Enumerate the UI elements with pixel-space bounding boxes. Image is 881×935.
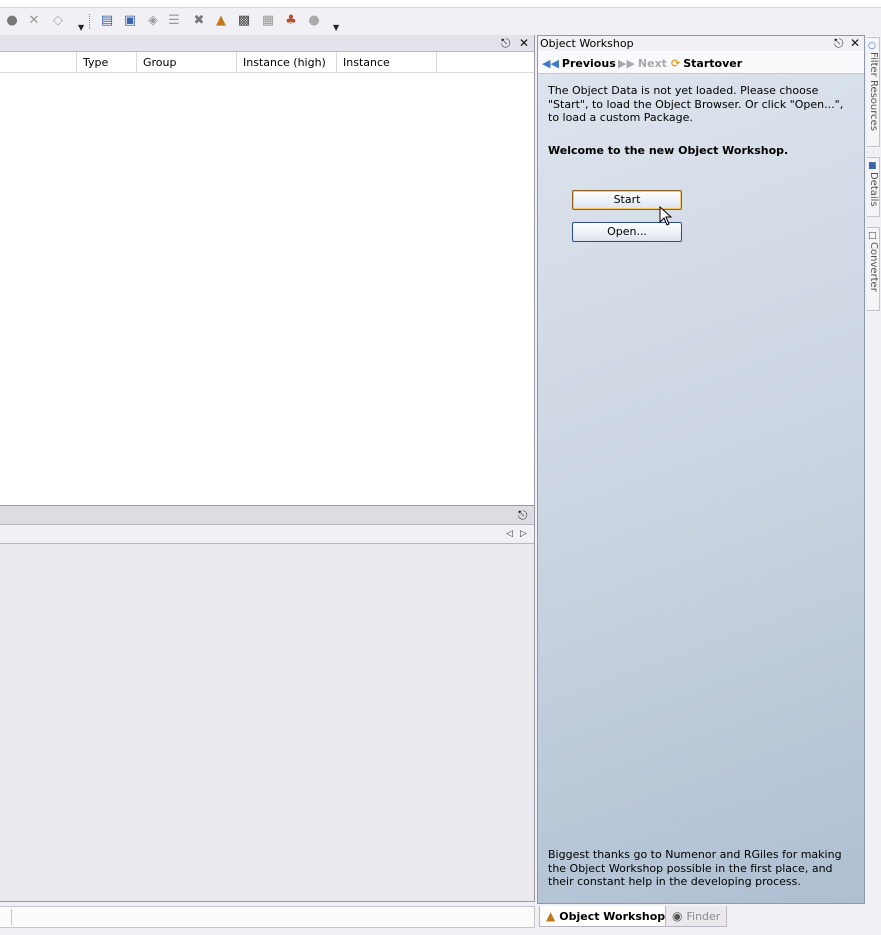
- side-tab-converter[interactable]: □ Converter: [867, 227, 880, 311]
- next-label: Next: [637, 56, 667, 70]
- binoculars-icon: ◉: [672, 909, 683, 923]
- pin-icon-2[interactable]: ⎋: [518, 508, 528, 522]
- toolbar-separator: [89, 14, 91, 29]
- pin-icon[interactable]: ⎋: [501, 36, 511, 50]
- wrench-icon[interactable]: ✖: [191, 13, 207, 29]
- tab-object-workshop-label: Object Workshop: [559, 909, 666, 923]
- object-workshop-title: Object Workshop: [540, 37, 634, 50]
- previous-button[interactable]: ◀◀ Previous: [542, 55, 616, 71]
- side-tab-filter-resources[interactable]: ○ Filter Resources: [867, 37, 880, 147]
- tab-object-workshop[interactable]: ▲ Object Workshop: [539, 906, 673, 927]
- details-icon: ■: [868, 161, 877, 171]
- column-header-instance[interactable]: Instance: [337, 52, 437, 73]
- plugin-view-pane: ⎋ ◁ ▷: [0, 506, 535, 902]
- resource-list-header: Type Group Instance (high) Instance: [0, 52, 534, 73]
- document-icon[interactable]: ▤: [99, 13, 115, 29]
- previous-label: Previous: [561, 56, 616, 70]
- converter-icon: □: [868, 231, 877, 241]
- eraser-icon[interactable]: ◇: [50, 13, 66, 29]
- tab-finder-label: Finder: [686, 909, 721, 923]
- resource-list-titlebar: ⎋ ✕: [0, 35, 534, 52]
- refresh-icon: ⟳: [671, 56, 681, 70]
- group-icon[interactable]: ♣: [283, 13, 299, 29]
- side-tab-filter-label: Filter Resources: [868, 52, 879, 132]
- list-icon[interactable]: ☰: [166, 13, 182, 29]
- plugin-view-tabstrip: ◁ ▷: [0, 525, 534, 544]
- resource-list-pane: ⎋ ✕ Type Group Instance (high) Instance: [0, 35, 535, 506]
- object-workshop-pane: Object Workshop ⎋ ✕ ◀◀ Previous ▶▶ Next …: [537, 35, 865, 904]
- side-tab-strip: ○ Filter Resources ■ Details □ Converter: [866, 35, 881, 935]
- workshop-icon[interactable]: ▲: [213, 13, 229, 29]
- toolbar-overflow-chevron-icon[interactable]: ▼: [78, 24, 86, 32]
- scroll-left-icon[interactable]: ◁: [506, 528, 513, 540]
- side-tab-converter-label: Converter: [868, 242, 879, 292]
- left-status-bar: [0, 906, 535, 928]
- intro-text: The Object Data is not yet loaded. Pleas…: [548, 84, 844, 124]
- pin-icon-3[interactable]: ⎋: [834, 36, 844, 50]
- dock-tabs: ▲ Object Workshop ◉ Finder: [537, 904, 865, 929]
- left-status-tab[interactable]: [0, 909, 12, 925]
- side-tab-details[interactable]: ■ Details: [867, 157, 880, 217]
- startover-button[interactable]: ⟳ Startover: [671, 55, 742, 71]
- preview-icon[interactable]: ▣: [122, 13, 138, 29]
- column-header-instance-high[interactable]: Instance (high): [237, 52, 337, 73]
- toolbar-overflow-chevron-icon-2[interactable]: ▼: [333, 24, 341, 32]
- layers-icon[interactable]: ◈: [145, 13, 161, 29]
- user-icon[interactable]: ●: [4, 13, 20, 29]
- side-tab-details-label: Details: [868, 172, 879, 207]
- column-header-blank[interactable]: [0, 52, 77, 73]
- toolbar: ● ✕ ◇ ▼ ▤ ▣ ◈ ☰ ✖ ▲ ▩ ▦ ♣ ● ▼: [0, 8, 881, 35]
- close-icon-2[interactable]: ✕: [850, 36, 860, 50]
- workshop-tab-icon: ▲: [546, 909, 556, 923]
- tab-finder[interactable]: ◉ Finder: [665, 906, 728, 927]
- wizard-nav: ◀◀ Previous ▶▶ Next ⟳ Startover: [538, 51, 864, 74]
- mouse-cursor-icon: [659, 206, 673, 226]
- card-icon[interactable]: ▩: [236, 13, 252, 29]
- filter-icon: ○: [868, 41, 876, 51]
- plugin-view-titlebar: ⎋: [0, 506, 534, 525]
- thanks-text: Biggest thanks go to Numenor and RGiles …: [548, 848, 842, 888]
- grid-icon[interactable]: ▦: [260, 13, 276, 29]
- next-button[interactable]: ▶▶ Next: [618, 55, 667, 71]
- menu-bar: [0, 0, 881, 8]
- welcome-heading: Welcome to the new Object Workshop.: [548, 144, 789, 157]
- scroll-right-icon[interactable]: ▷: [520, 528, 527, 540]
- column-header-group[interactable]: Group: [137, 52, 237, 73]
- forward-icon: ▶▶: [618, 56, 635, 70]
- person-icon[interactable]: ●: [306, 13, 322, 29]
- rewind-icon: ◀◀: [542, 56, 559, 70]
- startover-label: Startover: [683, 56, 743, 70]
- close-icon[interactable]: ✕: [519, 36, 529, 50]
- tools-icon[interactable]: ✕: [26, 13, 42, 29]
- column-header-type[interactable]: Type: [77, 52, 137, 73]
- object-workshop-titlebar: Object Workshop ⎋ ✕: [538, 36, 864, 51]
